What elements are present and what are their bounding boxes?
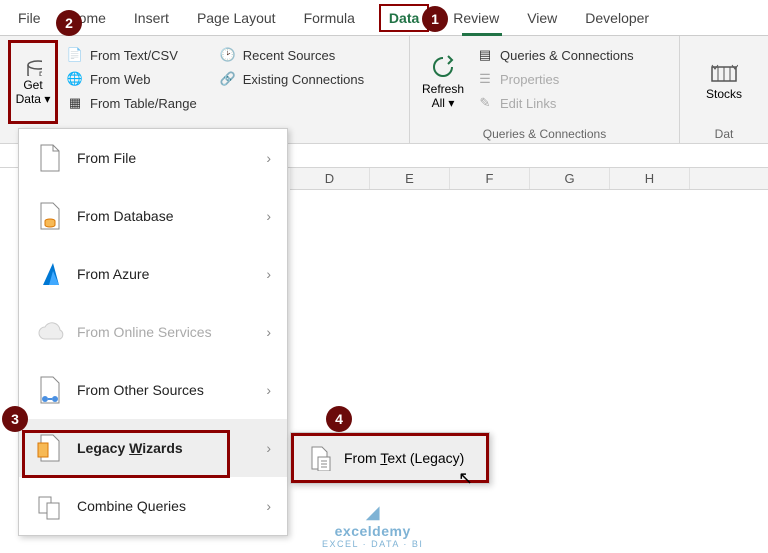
get-data-button[interactable]: Get Data ▾ xyxy=(8,40,58,124)
connection-icon: 🔗 xyxy=(219,70,237,88)
recent-sources[interactable]: 🕑 Recent Sources xyxy=(215,44,368,66)
combine-icon xyxy=(35,491,65,521)
get-data-dropdown: From File › From Database › From Azure ›… xyxy=(18,128,288,536)
chevron-right-icon: › xyxy=(266,266,271,282)
col-e[interactable]: E xyxy=(370,168,450,189)
col-d[interactable]: D xyxy=(290,168,370,189)
file-csv-icon: 📄 xyxy=(66,46,84,64)
group-queries: Refresh All ▾ ▤ Queries & Connections ☰ Pr… xyxy=(410,36,680,143)
watermark-subtext: EXCEL · DATA · BI xyxy=(322,539,423,549)
properties-label: Properties xyxy=(500,72,559,87)
tab-insert[interactable]: Insert xyxy=(130,4,173,32)
annotation-badge-3: 3 xyxy=(2,406,28,432)
menu-from-database-label: From Database xyxy=(77,208,266,224)
stocks-icon xyxy=(710,63,738,85)
refresh-all-label: Refresh All xyxy=(422,82,464,110)
menu-legacy-wizards-label: Legacy Wizards xyxy=(77,440,266,456)
tab-formula[interactable]: Formula xyxy=(300,4,359,32)
col-g[interactable]: G xyxy=(530,168,610,189)
menu-combine-queries[interactable]: Combine Queries › xyxy=(19,477,287,535)
properties: ☰ Properties xyxy=(472,68,638,90)
properties-icon: ☰ xyxy=(476,70,494,88)
menu-online-services-label: From Online Services xyxy=(77,324,266,340)
from-table-range-label: From Table/Range xyxy=(90,96,197,111)
from-web[interactable]: 🌐 From Web xyxy=(62,68,201,90)
group-data-types: Stocks Dat xyxy=(680,36,768,143)
from-web-label: From Web xyxy=(90,72,150,87)
menu-from-file-label: From File xyxy=(77,150,266,166)
menu-from-database[interactable]: From Database › xyxy=(19,187,287,245)
menu-from-azure[interactable]: From Azure › xyxy=(19,245,287,303)
edit-links-label: Edit Links xyxy=(500,96,556,111)
watermark-text: exceldemy xyxy=(335,523,411,539)
from-text-csv[interactable]: 📄 From Text/CSV xyxy=(62,44,201,66)
get-transform-list-2: 🕑 Recent Sources 🔗 Existing Connections xyxy=(215,40,368,90)
cursor-icon: ↖ xyxy=(458,468,473,489)
existing-connections[interactable]: 🔗 Existing Connections xyxy=(215,68,368,90)
get-transform-list-1: 📄 From Text/CSV 🌐 From Web ▦ From Table/Ran… xyxy=(62,40,201,114)
refresh-all-button[interactable]: Refresh All ▾ xyxy=(418,40,468,124)
chevron-right-icon: › xyxy=(266,150,271,166)
group-get-transform: Get Data ▾ 📄 From Text/CSV 🌐 From Web ▦ Fro… xyxy=(0,36,410,143)
queries-connections-label: Queries & Connections xyxy=(500,48,634,63)
queries-icon: ▤ xyxy=(476,46,494,64)
cloud-icon xyxy=(35,317,65,347)
chevron-right-icon: › xyxy=(266,382,271,398)
watermark-logo-icon: ◢ xyxy=(366,502,380,523)
menu-from-azure-label: From Azure xyxy=(77,266,266,282)
stocks-button[interactable]: Stocks xyxy=(699,40,749,124)
azure-icon xyxy=(35,259,65,289)
column-headers: D E F G H xyxy=(290,168,768,190)
tab-developer[interactable]: Developer xyxy=(581,4,653,32)
edit-links-icon: ✎ xyxy=(476,94,494,112)
existing-connections-label: Existing Connections xyxy=(243,72,364,87)
other-sources-icon xyxy=(35,375,65,405)
from-text-csv-label: From Text/CSV xyxy=(90,48,178,63)
queries-connections[interactable]: ▤ Queries & Connections xyxy=(472,44,638,66)
menu-legacy-wizards[interactable]: Legacy Wizards › xyxy=(19,419,287,477)
annotation-badge-2: 2 xyxy=(56,10,82,36)
chevron-down-icon: ▾ xyxy=(448,96,454,110)
wizard-file-icon xyxy=(35,433,65,463)
tab-review[interactable]: Review xyxy=(449,4,503,32)
globe-icon: 🌐 xyxy=(66,70,84,88)
database-file-icon xyxy=(35,201,65,231)
stocks-label: Stocks xyxy=(706,87,742,101)
get-data-label: Get Data xyxy=(16,78,43,106)
menu-from-text-legacy-label: From Text (Legacy) xyxy=(344,450,464,466)
col-h[interactable]: H xyxy=(610,168,690,189)
tab-page-layout[interactable]: Page Layout xyxy=(193,4,280,32)
tab-file[interactable]: File xyxy=(14,4,45,32)
ribbon-tabs: File Home Insert Page Layout Formula Dat… xyxy=(0,0,768,36)
chevron-right-icon: › xyxy=(266,498,271,514)
col-f[interactable]: F xyxy=(450,168,530,189)
clock-icon: 🕑 xyxy=(219,46,237,64)
menu-other-sources-label: From Other Sources xyxy=(77,382,266,398)
annotation-badge-1: 1 xyxy=(422,6,448,32)
chevron-right-icon: › xyxy=(266,440,271,456)
menu-from-other-sources[interactable]: From Other Sources › xyxy=(19,361,287,419)
table-icon: ▦ xyxy=(66,94,84,112)
database-icon xyxy=(24,58,42,76)
menu-from-online-services: From Online Services › xyxy=(19,303,287,361)
chevron-right-icon: › xyxy=(266,324,271,340)
tab-view[interactable]: View xyxy=(523,4,561,32)
data-group-label: Dat xyxy=(688,125,760,141)
chevron-down-icon: ▾ xyxy=(44,92,50,106)
edit-links: ✎ Edit Links xyxy=(472,92,638,114)
menu-combine-queries-label: Combine Queries xyxy=(77,498,266,514)
watermark: ◢ exceldemy EXCEL · DATA · BI xyxy=(322,502,423,549)
queries-group-label: Queries & Connections xyxy=(418,125,671,141)
active-tab-underline xyxy=(462,33,502,36)
queries-list: ▤ Queries & Connections ☰ Properties ✎ Edit… xyxy=(472,40,638,114)
annotation-badge-4: 4 xyxy=(326,406,352,432)
from-table-range[interactable]: ▦ From Table/Range xyxy=(62,92,201,114)
refresh-icon xyxy=(430,54,456,80)
file-icon xyxy=(35,143,65,173)
recent-sources-label: Recent Sources xyxy=(243,48,336,63)
chevron-right-icon: › xyxy=(266,208,271,224)
text-file-icon xyxy=(308,445,334,471)
menu-from-file[interactable]: From File › xyxy=(19,129,287,187)
